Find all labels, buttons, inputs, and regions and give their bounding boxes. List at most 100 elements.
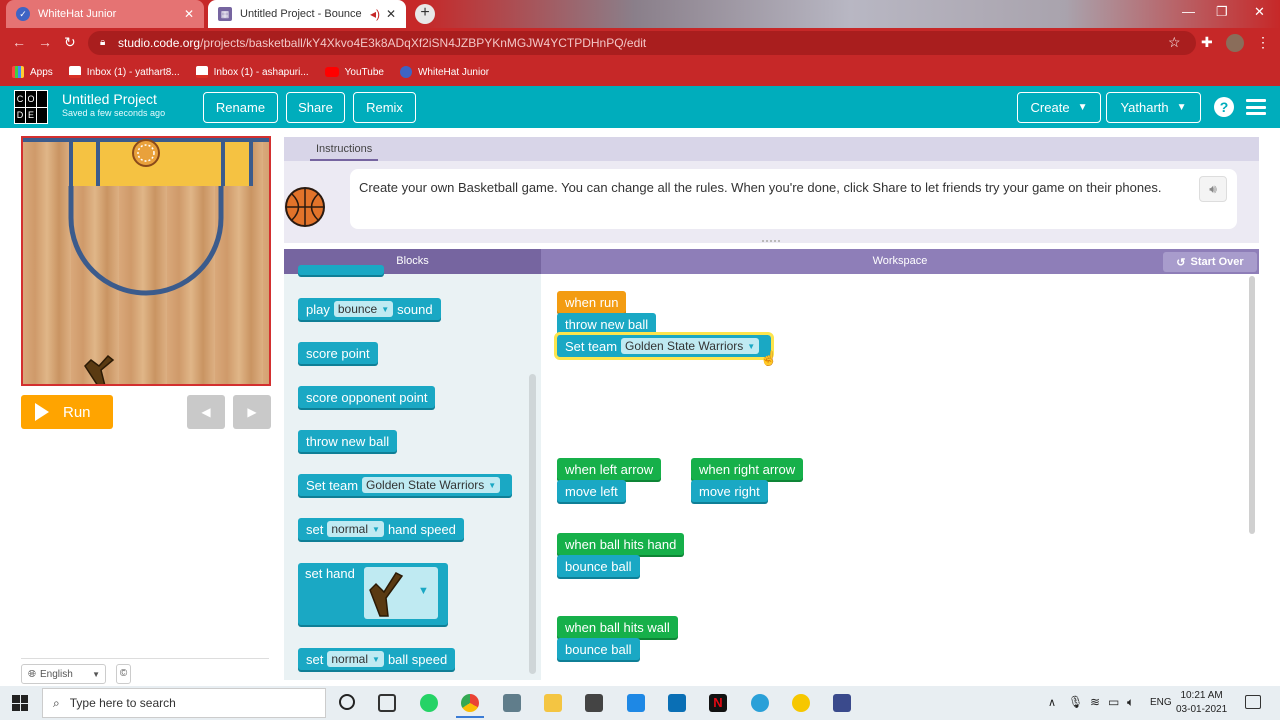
audio-icon[interactable]: ◂) xyxy=(370,7,380,21)
team-dropdown[interactable]: Golden State Warriors ▼ xyxy=(362,477,501,493)
taskbar-search[interactable]: ⌕ Type here to search xyxy=(42,688,326,718)
file-explorer-icon[interactable] xyxy=(544,694,562,712)
game-canvas[interactable] xyxy=(21,136,271,386)
copyright-button[interactable]: © xyxy=(116,664,131,684)
forward-icon[interactable]: → xyxy=(38,34,52,50)
chrome-icon[interactable] xyxy=(461,694,479,712)
toolbox-block-ball-speed[interactable]: set normal ▼ ball speed xyxy=(298,648,456,670)
ws-block-move-right[interactable]: move right xyxy=(691,480,768,502)
step-back-button[interactable]: ◀ xyxy=(187,395,225,429)
toolbox-scrollbar[interactable] xyxy=(529,374,536,674)
codeorg-logo[interactable]: C O D E xyxy=(14,90,48,124)
resize-grip[interactable] xyxy=(762,240,780,244)
browser-tab-whitehat[interactable]: ✓ WhiteHat Junior ✕ xyxy=(6,0,204,28)
hamburger-menu-icon[interactable] xyxy=(1246,99,1266,115)
whatsapp-icon[interactable] xyxy=(420,694,438,712)
url-field[interactable]: 🔒︎ studio.code.org/projects/basketball/k… xyxy=(88,31,1196,55)
close-window-icon[interactable]: ✕ xyxy=(1254,4,1265,20)
mail-icon[interactable] xyxy=(627,694,645,712)
reload-icon[interactable]: ↻ xyxy=(64,34,76,51)
speed-dropdown[interactable]: normal ▼ xyxy=(327,521,384,537)
system-clock[interactable]: 10:21 AM 03-01-2021 xyxy=(1176,689,1227,717)
windows-start-icon[interactable] xyxy=(12,695,28,711)
maximize-icon[interactable]: ❐ xyxy=(1216,4,1228,20)
text-to-speech-icon[interactable]: 🔊︎ xyxy=(1199,176,1227,202)
block-text: ball speed xyxy=(387,651,448,667)
toolbox-block-hand-speed[interactable]: set normal ▼ hand speed xyxy=(298,518,464,540)
hand-cursor-icon: ☝ xyxy=(760,350,778,366)
tab-instructions[interactable]: Instructions xyxy=(310,139,379,161)
microphone-icon[interactable]: 🎙︎ xyxy=(1068,695,1083,709)
remix-button[interactable]: Remix xyxy=(353,92,416,123)
notifications-icon[interactable] xyxy=(1245,695,1261,709)
step-forward-button[interactable]: ▶ xyxy=(233,395,271,429)
toolbox-block-set-hand[interactable]: set hand ▼ xyxy=(298,563,448,625)
bookmark-star-icon[interactable]: ☆ xyxy=(1168,34,1181,51)
store-icon[interactable] xyxy=(585,694,603,712)
input-language[interactable]: ENG xyxy=(1150,697,1172,708)
team-dropdown[interactable]: Golden State Warriors ▼ xyxy=(621,338,760,354)
calculator-icon[interactable] xyxy=(503,694,521,712)
language-select[interactable]: 🌐︎ English ▼ xyxy=(21,664,106,684)
logo-letter: D xyxy=(15,107,25,123)
toolbox-block-set-team[interactable]: Set team Golden State Warriors ▼ xyxy=(298,474,513,496)
extensions-puzzle-icon[interactable]: ✚ xyxy=(1201,34,1213,51)
block-text: set xyxy=(306,651,324,667)
browser-tab-active[interactable]: ▦ Untitled Project - Bounce ◂) ✕ xyxy=(208,0,406,28)
rename-button[interactable]: Rename xyxy=(203,92,278,123)
ws-block-when-ball-hits-wall[interactable]: when ball hits wall xyxy=(557,616,678,638)
speed-dropdown[interactable]: normal ▼ xyxy=(327,651,384,667)
gmail-icon xyxy=(68,66,81,78)
workspace-scrollbar[interactable] xyxy=(1249,276,1255,534)
tab-title: Untitled Project - Bounce xyxy=(240,8,362,20)
close-tab-icon[interactable]: ✕ xyxy=(386,7,396,21)
youtube-icon xyxy=(324,67,339,77)
sound-dropdown[interactable]: bounce ▼ xyxy=(333,301,394,317)
battery-icon[interactable]: ▭ xyxy=(1108,695,1119,709)
ws-block-throw-new-ball[interactable]: throw new ball xyxy=(557,313,657,335)
wifi-icon[interactable]: ≋ xyxy=(1090,695,1100,709)
toolbox-block-score-point[interactable]: score point xyxy=(298,342,378,364)
back-icon[interactable]: ← xyxy=(12,34,26,50)
ws-block-bounce-ball[interactable]: bounce ball xyxy=(557,555,640,577)
logo-letter: O xyxy=(26,91,36,107)
bookmark-gmail-1[interactable]: Inbox (1) - yathart8... xyxy=(68,66,180,78)
dell-icon[interactable] xyxy=(668,694,686,712)
edge-icon[interactable] xyxy=(751,694,769,712)
ws-block-when-right-arrow[interactable]: when right arrow xyxy=(691,458,804,480)
app-icon[interactable] xyxy=(792,694,810,712)
project-title: Untitled Project xyxy=(62,91,157,107)
hand-image-dropdown[interactable]: ▼ xyxy=(364,567,438,619)
ws-block-set-team[interactable]: Set team Golden State Warriors ▼ xyxy=(553,332,775,360)
tray-chevron-up-icon[interactable]: ∧ xyxy=(1048,696,1056,709)
close-tab-icon[interactable]: ✕ xyxy=(184,7,194,21)
chrome-menu-icon[interactable]: ⋮ xyxy=(1256,34,1270,51)
task-view-icon[interactable] xyxy=(378,694,396,712)
toolbox-block-partial[interactable] xyxy=(298,265,384,275)
run-button[interactable]: Run xyxy=(21,395,113,429)
create-dropdown[interactable]: Create ▼ xyxy=(1017,92,1101,123)
share-button[interactable]: Share xyxy=(286,92,345,123)
toolbox-block-score-opponent[interactable]: score opponent point xyxy=(298,386,436,408)
profile-avatar[interactable] xyxy=(1226,34,1244,52)
ws-block-bounce-ball[interactable]: bounce ball xyxy=(557,638,640,660)
netflix-icon[interactable]: N xyxy=(709,694,727,712)
bookmark-youtube[interactable]: YouTube xyxy=(324,67,384,78)
user-dropdown[interactable]: Yatharth ▼ xyxy=(1106,92,1201,123)
new-tab-plus-icon[interactable]: + xyxy=(415,4,435,24)
bookmark-apps[interactable]: Apps xyxy=(12,66,53,78)
screen-recorder-icon[interactable] xyxy=(833,694,851,712)
toolbox-block-play-sound[interactable]: play bounce ▼ sound xyxy=(298,298,441,320)
ws-block-when-ball-hits-hand[interactable]: when ball hits hand xyxy=(557,533,685,555)
ws-block-when-left-arrow[interactable]: when left arrow xyxy=(557,458,662,480)
cortana-icon[interactable] xyxy=(339,694,355,710)
bookmark-whitehat[interactable]: WhiteHat Junior xyxy=(399,66,489,78)
help-icon[interactable]: ? xyxy=(1214,97,1234,117)
volume-icon[interactable]: 🔈︎ xyxy=(1127,695,1134,710)
bookmark-gmail-2[interactable]: Inbox (1) - ashapuri... xyxy=(195,66,309,78)
ws-block-move-left[interactable]: move left xyxy=(557,480,626,502)
start-over-button[interactable]: ↺ Start Over xyxy=(1163,252,1257,272)
ws-block-when-run[interactable]: when run xyxy=(557,291,627,313)
toolbox-block-throw-new-ball[interactable]: throw new ball xyxy=(298,430,398,452)
minimize-icon[interactable]: — xyxy=(1182,4,1195,19)
